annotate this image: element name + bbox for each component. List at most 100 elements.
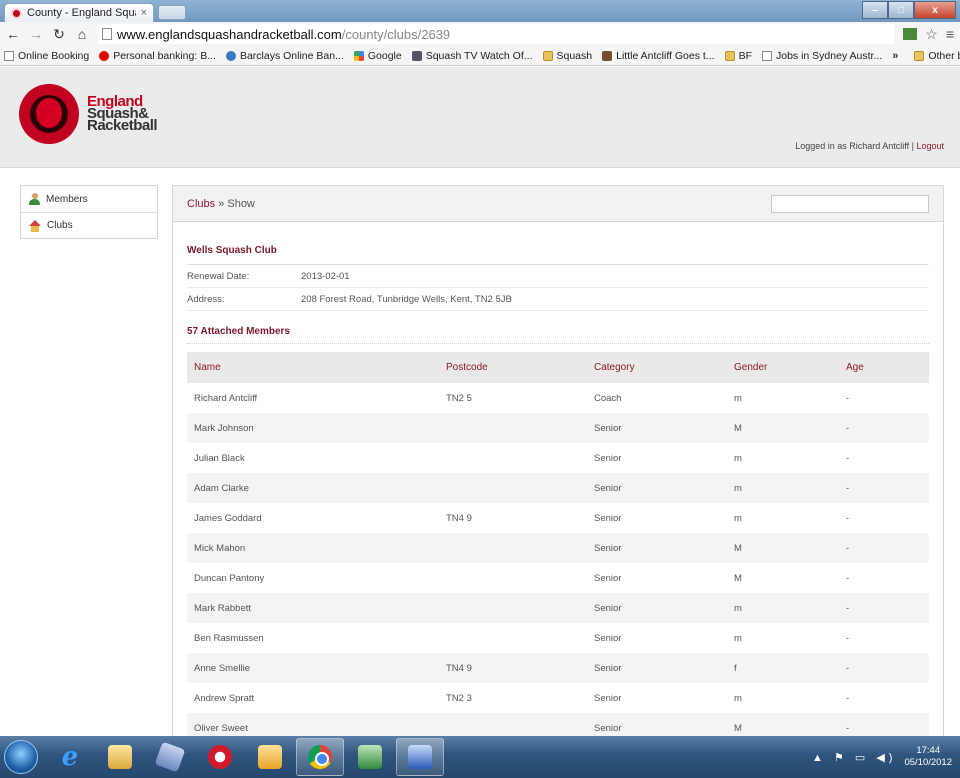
- folder-icon: [542, 50, 553, 61]
- member-age-cell: -: [846, 452, 850, 464]
- member-age-cell: -: [846, 572, 850, 584]
- member-gender-cell: m: [727, 473, 839, 503]
- taskbar-outlook[interactable]: [246, 738, 294, 776]
- bookmark-item[interactable]: Squash TV Watch Of...: [411, 49, 533, 62]
- sidebar: Members Clubs: [20, 185, 158, 239]
- member-category-cell: Senior: [587, 473, 727, 503]
- bookmark-label: Squash TV Watch Of...: [425, 49, 533, 62]
- table-row[interactable]: Duncan Pantony Senior M -: [187, 563, 929, 593]
- bookmarks-overflow-chevron-icon[interactable]: »: [892, 50, 898, 62]
- logout-link[interactable]: Logout: [916, 141, 944, 151]
- forward-arrow-icon[interactable]: →: [29, 26, 43, 42]
- clock[interactable]: 17:44 05/10/2012: [904, 745, 952, 769]
- member-category-cell: Senior: [587, 533, 727, 563]
- maximize-button[interactable]: □: [888, 1, 914, 19]
- taskbar-excel[interactable]: [346, 738, 394, 776]
- table-row[interactable]: Andrew Spratt TN2 3 Senior m -: [187, 683, 929, 713]
- members-table-body: Richard Antcliff TN2 5 Coach m - Mark Johnson…: [187, 383, 929, 736]
- site-favicon-icon: [11, 7, 22, 19]
- url-host: www.englandsquashandracketball.com: [117, 26, 342, 42]
- taskbar-chrome[interactable]: [296, 738, 344, 776]
- bookmark-item[interactable]: Personal banking: B...: [99, 50, 216, 62]
- bookmark-item[interactable]: Google: [353, 50, 402, 62]
- taskbar-ie[interactable]: e: [46, 738, 94, 776]
- bookmark-icon: [225, 50, 236, 61]
- tray-icons[interactable]: ▲ ⚑ ▭ ◀): [812, 751, 896, 764]
- new-tab-button[interactable]: [158, 5, 186, 20]
- member-age-cell: -: [839, 593, 929, 623]
- menu-icon[interactable]: ≡: [946, 26, 954, 42]
- bookmark-item[interactable]: Squash: [542, 50, 592, 62]
- column-header[interactable]: Postcode: [439, 352, 587, 383]
- page-icon: [102, 28, 112, 40]
- search-input[interactable]: [771, 194, 929, 213]
- home-button-icon[interactable]: ⌂: [75, 26, 89, 42]
- member-postcode-cell: TN2 3: [446, 692, 472, 704]
- bookmark-item[interactable]: Barclays Online Ban...: [225, 50, 344, 62]
- outlook-icon: [258, 745, 282, 769]
- bookmark-item[interactable]: Jobs in Sydney Austr...: [761, 50, 882, 62]
- member-age-cell: -: [846, 632, 850, 644]
- taskbar-word[interactable]: [396, 738, 444, 776]
- member-age-cell: -: [839, 653, 929, 683]
- taskbar-tool[interactable]: [146, 738, 194, 776]
- bookmark-label: Online Booking: [18, 49, 90, 62]
- site-logo[interactable]: England Squash& Racketball: [19, 84, 158, 144]
- members-icon: [29, 193, 40, 205]
- bookmark-star-icon[interactable]: ☆: [925, 26, 938, 43]
- table-row[interactable]: Anne Smellie TN4 9 Senior f -: [187, 653, 929, 683]
- minimize-button[interactable]: –: [862, 1, 888, 19]
- column-header[interactable]: Name: [187, 352, 439, 383]
- bookmark-label: Other bookmarks: [928, 49, 960, 62]
- other-bookmarks-folder[interactable]: Other bookmarks: [914, 50, 960, 62]
- table-row[interactable]: Ben Rasmussen Senior m -: [187, 623, 929, 653]
- table-row[interactable]: Richard Antcliff TN2 5 Coach m -: [187, 383, 929, 413]
- bookmark-item[interactable]: Online Booking: [4, 50, 89, 62]
- logo-text-line: Racketball: [87, 117, 158, 134]
- column-header[interactable]: Category: [587, 352, 727, 383]
- member-age-cell: -: [839, 713, 929, 736]
- extension-flag-icon[interactable]: [903, 28, 918, 40]
- close-window-button[interactable]: x: [914, 1, 956, 19]
- table-row[interactable]: Mick Mahon Senior M -: [187, 533, 929, 563]
- bookmark-label: Personal banking: B...: [113, 49, 216, 62]
- bookmark-item[interactable]: Little Antcliff Goes t...: [602, 50, 715, 62]
- sidebar-item-members[interactable]: Members: [21, 186, 157, 212]
- table-row[interactable]: Julian Black Senior m -: [187, 443, 929, 473]
- tab-close-icon[interactable]: ×: [141, 7, 147, 19]
- start-button[interactable]: [4, 740, 38, 774]
- table-row[interactable]: Adam Clarke Senior m -: [187, 473, 929, 503]
- members-table: Name Postcode Category Gender Age Richard An…: [187, 352, 929, 736]
- address-bar[interactable]: www.englandsquashandracketball.com/count…: [98, 24, 895, 44]
- bookmark-item[interactable]: BF: [724, 50, 752, 62]
- member-age-cell: -: [846, 512, 850, 524]
- column-header[interactable]: Gender: [727, 352, 839, 383]
- table-row[interactable]: Mark Johnson Senior M -: [187, 413, 929, 443]
- reload-icon[interactable]: ↻: [52, 26, 66, 43]
- table-row[interactable]: Oliver Sweet Senior M -: [187, 713, 929, 736]
- member-gender-cell: m: [734, 452, 742, 464]
- column-header[interactable]: Age: [839, 352, 929, 383]
- sidebar-item-clubs[interactable]: Clubs: [21, 212, 157, 238]
- breadcrumb-clubs-link[interactable]: Clubs: [187, 198, 215, 210]
- taskbar-explorer[interactable]: [96, 738, 144, 776]
- browser-tab[interactable]: County - England Squash & ×: [4, 3, 154, 22]
- member-age-cell: -: [839, 413, 929, 443]
- member-postcode-cell: [439, 473, 587, 503]
- sidebar-item-label: Members: [46, 193, 88, 205]
- logo-mark-icon: [19, 84, 79, 144]
- window-controls: – □ x: [862, 1, 956, 19]
- member-name-cell: James Goddard: [194, 512, 262, 524]
- word-icon: [408, 745, 432, 769]
- member-postcode-cell: [439, 533, 587, 563]
- member-category-cell: Senior: [587, 653, 727, 683]
- browser-toolbar: ← → ↻ ⌂ www.englandsquashandracketball.c…: [0, 22, 960, 46]
- renewal-date-row: Renewal Date: 2013-02-01: [187, 265, 929, 288]
- breadcrumb-current: Show: [227, 197, 255, 210]
- table-row[interactable]: James Goddard TN4 9 Senior m -: [187, 503, 929, 533]
- table-row[interactable]: Mark Rabbett Senior m -: [187, 593, 929, 623]
- back-arrow-icon[interactable]: ←: [6, 26, 20, 42]
- member-postcode-cell: [439, 413, 587, 443]
- member-postcode-cell: TN2 5: [446, 392, 472, 404]
- taskbar-opera[interactable]: [196, 738, 244, 776]
